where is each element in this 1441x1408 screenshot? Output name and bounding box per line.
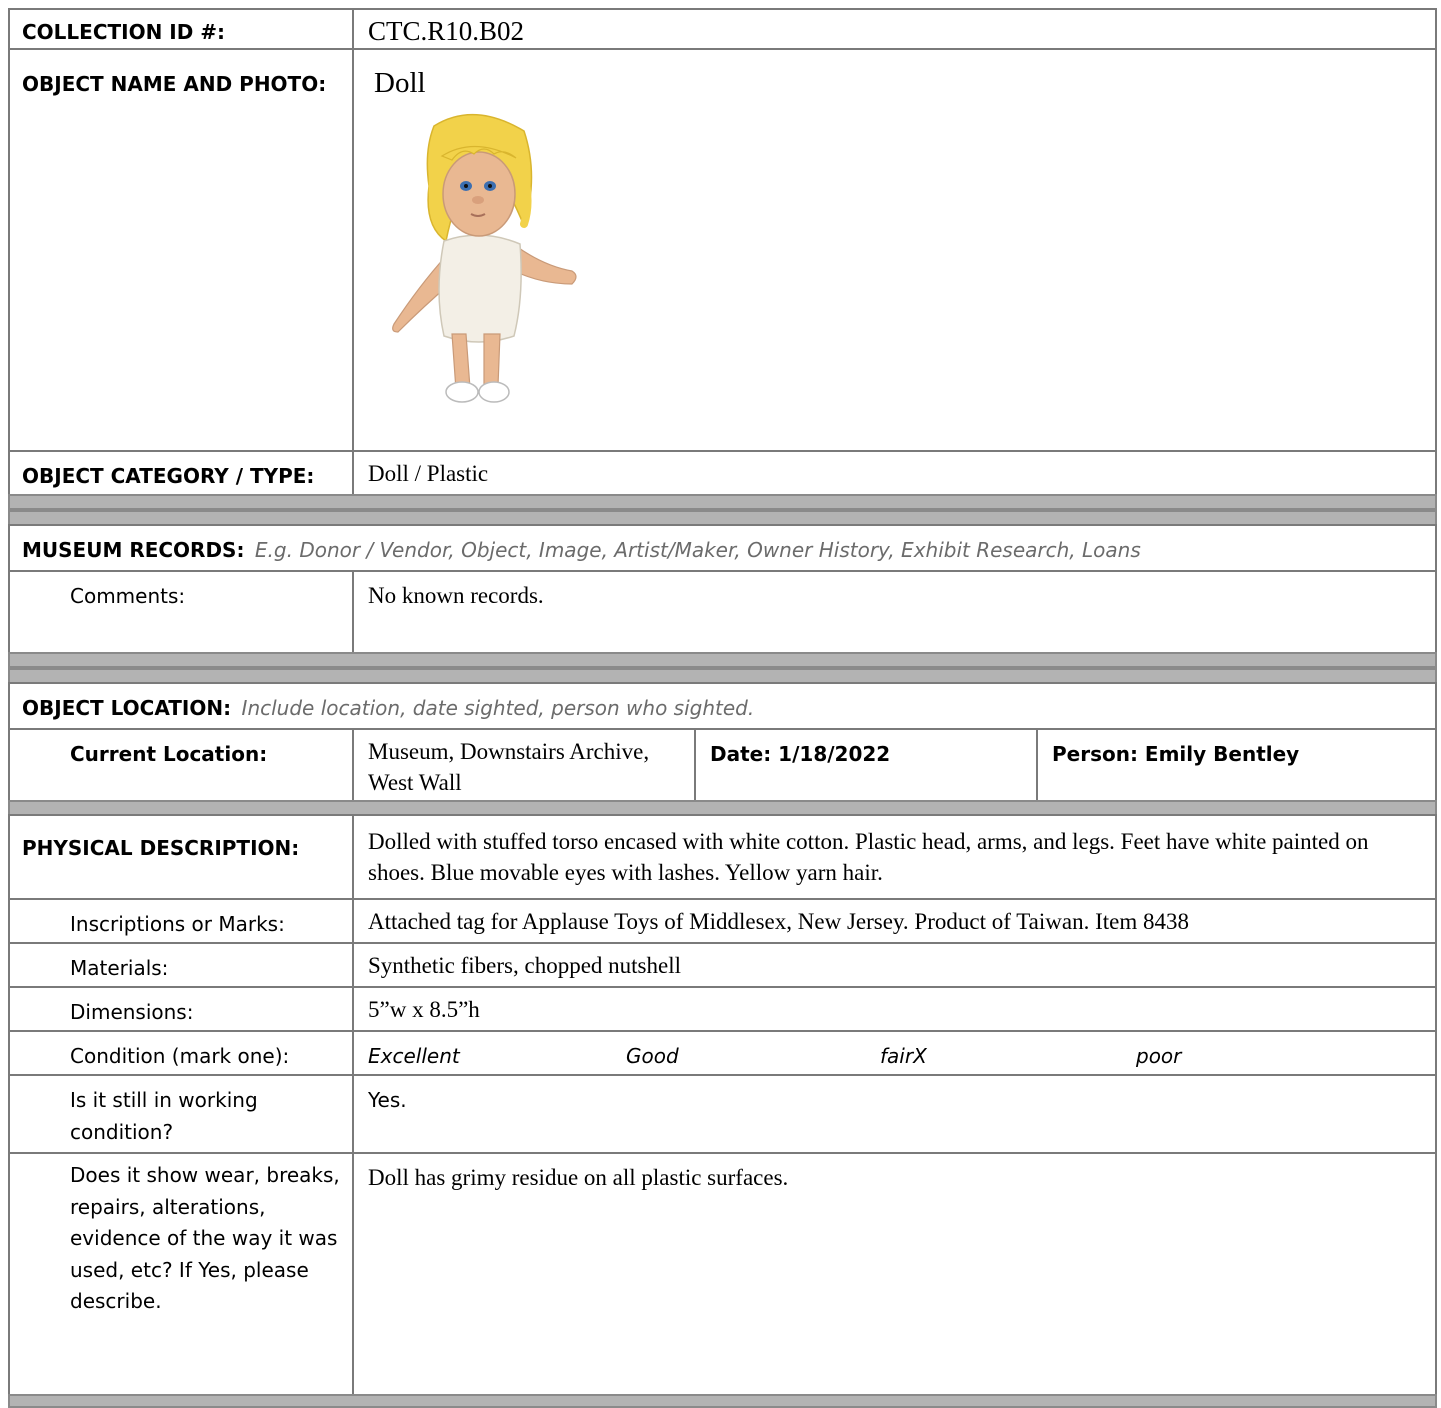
current-location-row: Current Location: Museum, Downstairs Arc… bbox=[8, 728, 1437, 802]
object-name-label: OBJECT NAME AND PHOTO: bbox=[22, 72, 327, 96]
dimensions-label: Dimensions: bbox=[70, 1000, 194, 1024]
condition-option-excellent: Excellent bbox=[368, 1044, 460, 1068]
current-location-label: Current Location: bbox=[70, 742, 268, 766]
object-location-label: OBJECT LOCATION: bbox=[22, 696, 232, 720]
object-row: OBJECT NAME AND PHOTO: Doll bbox=[8, 48, 1437, 452]
museum-records-row: MUSEUM RECORDS: E.g. Donor / Vendor, Obj… bbox=[8, 524, 1437, 572]
separator-band bbox=[8, 652, 1437, 668]
inscriptions-value: Attached tag for Applause Toys of Middle… bbox=[368, 909, 1189, 934]
dimensions-row: Dimensions: 5”w x 8.5”h bbox=[8, 986, 1437, 1032]
category-row: OBJECT CATEGORY / TYPE: Doll / Plastic bbox=[8, 450, 1437, 496]
separator-band bbox=[8, 1394, 1437, 1408]
physical-description-label: PHYSICAL DESCRIPTION: bbox=[22, 836, 300, 860]
comments-value: No known records. bbox=[368, 583, 544, 608]
current-location-value: Museum, Downstairs Archive, West Wall bbox=[368, 739, 650, 795]
working-condition-value: Yes. bbox=[368, 1088, 407, 1112]
category-label: OBJECT CATEGORY / TYPE: bbox=[22, 464, 315, 488]
doll-photo bbox=[392, 113, 577, 403]
museum-records-label: MUSEUM RECORDS: bbox=[22, 538, 245, 562]
condition-label: Condition (mark one): bbox=[70, 1044, 290, 1068]
dimensions-value: 5”w x 8.5”h bbox=[368, 997, 480, 1022]
object-location-hint: Include location, date sighted, person w… bbox=[241, 696, 755, 720]
separator-band bbox=[8, 494, 1437, 510]
inscriptions-label: Inscriptions or Marks: bbox=[70, 912, 285, 936]
physical-description-value: Dolled with stuffed torso encased with w… bbox=[368, 829, 1369, 885]
physical-description-row: PHYSICAL DESCRIPTION: Dolled with stuffe… bbox=[8, 814, 1437, 900]
collection-id-row: COLLECTION ID #: CTC.R10.B02 bbox=[8, 8, 1437, 50]
working-condition-row: Is it still in working condition? Yes. bbox=[8, 1074, 1437, 1154]
person-sighted: Person: Emily Bentley bbox=[1052, 742, 1300, 766]
collection-id-value: CTC.R10.B02 bbox=[368, 16, 525, 46]
date-sighted: Date: 1/18/2022 bbox=[710, 742, 891, 766]
museum-records-hint: E.g. Donor / Vendor, Object, Image, Arti… bbox=[254, 538, 1141, 562]
comments-label: Comments: bbox=[70, 584, 186, 608]
collection-id-label: COLLECTION ID #: bbox=[22, 20, 226, 44]
object-location-row: OBJECT LOCATION: Include location, date … bbox=[8, 682, 1437, 730]
materials-label: Materials: bbox=[70, 956, 169, 980]
category-value: Doll / Plastic bbox=[368, 461, 489, 486]
wear-value: Doll has grimy residue on all plastic su… bbox=[368, 1165, 789, 1190]
comments-row: Comments: No known records. bbox=[8, 570, 1437, 654]
condition-row: Condition (mark one): Excellent Good fai… bbox=[8, 1030, 1437, 1076]
working-condition-label: Is it still in working condition? bbox=[70, 1088, 258, 1144]
condition-option-poor: poor bbox=[1136, 1044, 1182, 1068]
materials-value: Synthetic fibers, chopped nutshell bbox=[368, 953, 681, 978]
wear-row: Does it show wear, breaks, repairs, alte… bbox=[8, 1152, 1437, 1396]
condition-option-good: Good bbox=[626, 1044, 679, 1068]
condition-option-fair: fairX bbox=[880, 1044, 927, 1068]
wear-label: Does it show wear, breaks, repairs, alte… bbox=[70, 1163, 340, 1313]
inscriptions-row: Inscriptions or Marks: Attached tag for … bbox=[8, 898, 1437, 944]
object-name-value: Doll bbox=[374, 67, 426, 99]
materials-row: Materials: Synthetic fibers, chopped nut… bbox=[8, 942, 1437, 988]
